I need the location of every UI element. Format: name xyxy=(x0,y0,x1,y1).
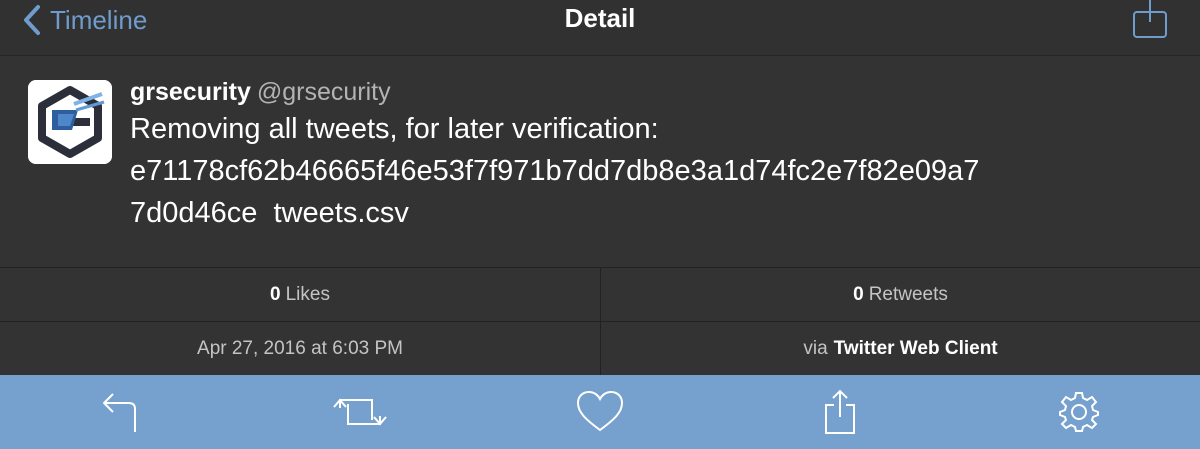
timestamp-cell: Apr 27, 2016 at 6:03 PM xyxy=(0,321,600,375)
client-name: Twitter Web Client xyxy=(833,337,998,359)
reply-button[interactable] xyxy=(91,375,151,449)
share-action-button[interactable] xyxy=(810,375,870,449)
navigation-bar: Timeline Detail xyxy=(0,0,1200,56)
likes-stat[interactable]: 0 Likes xyxy=(0,267,600,321)
retweet-button[interactable] xyxy=(330,375,390,449)
display-name[interactable]: grsecurity xyxy=(130,78,251,106)
client-cell[interactable]: via Twitter Web Client xyxy=(600,321,1200,375)
grsecurity-logo-icon xyxy=(28,80,112,164)
tweet-stats: 0 Likes 0 Retweets Apr 27, 2016 at 6:03 … xyxy=(0,267,1200,375)
like-button[interactable] xyxy=(570,375,630,449)
retweets-count: 0 xyxy=(853,283,864,305)
gear-icon xyxy=(1059,392,1099,432)
timestamp: Apr 27, 2016 at 6:03 PM xyxy=(197,337,403,359)
tweet-text: Removing all tweets, for later verificat… xyxy=(130,113,980,229)
retweets-label: Retweets xyxy=(868,283,948,305)
tweet-content: grsecurity @grsecurity Removing all tweet… xyxy=(130,76,1180,234)
share-icon xyxy=(1133,0,1167,38)
likes-label: Likes xyxy=(285,283,330,305)
tweet-detail: grsecurity @grsecurity Removing all tweet… xyxy=(0,56,1200,267)
page-title: Detail xyxy=(564,3,636,33)
heart-icon xyxy=(576,390,624,432)
action-toolbar xyxy=(0,375,1200,449)
avatar[interactable] xyxy=(28,80,112,164)
via-label: via xyxy=(803,337,828,359)
retweets-stat[interactable]: 0 Retweets xyxy=(600,267,1200,321)
tweet-author: grsecurity @grsecurity xyxy=(130,76,1180,108)
reply-icon xyxy=(103,393,136,432)
user-handle[interactable]: @grsecurity xyxy=(257,78,391,106)
likes-count: 0 xyxy=(270,283,281,305)
retweet-icon xyxy=(333,398,387,426)
share-icon xyxy=(825,389,855,434)
share-button[interactable] xyxy=(1130,0,1170,40)
settings-button[interactable] xyxy=(1049,375,1109,449)
